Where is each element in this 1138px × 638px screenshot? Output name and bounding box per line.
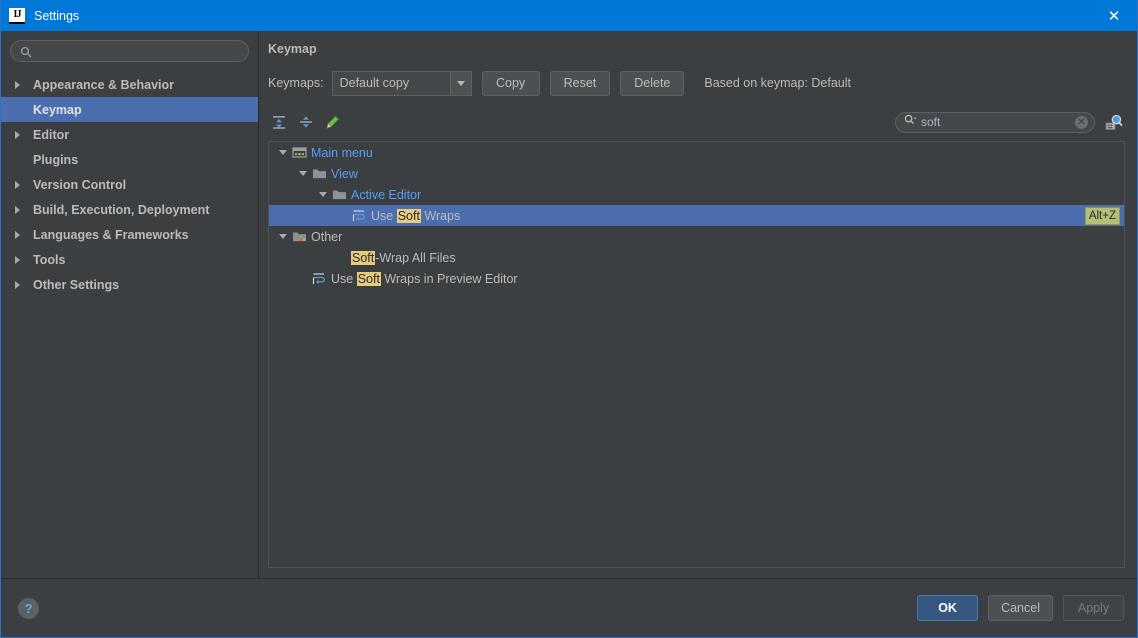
soft-wrap-icon <box>351 208 367 224</box>
sidebar-item-tools[interactable]: Tools <box>1 247 258 272</box>
search-icon <box>904 113 917 131</box>
settings-sidebar: Appearance & Behavior Keymap Editor Plugins… <box>1 31 259 578</box>
keymap-combobox[interactable]: Default copy <box>331 70 472 96</box>
tree-row[interactable]: Use Soft Wraps Alt+Z <box>269 205 1124 226</box>
sidebar-item-label: Tools <box>33 252 66 267</box>
page-title: Keymap <box>268 42 317 56</box>
tree-row-label: Active Editor <box>351 187 422 202</box>
sidebar-item-other-settings[interactable]: Other Settings <box>1 272 258 297</box>
chevron-right-icon[interactable] <box>15 205 27 214</box>
tree-row[interactable]: View <box>269 163 1124 184</box>
sidebar-item-label: Editor <box>33 127 70 142</box>
expand-all-icon[interactable] <box>268 111 290 133</box>
sidebar-item-label: Languages & Frameworks <box>33 227 189 242</box>
chevron-right-icon[interactable] <box>15 80 27 89</box>
folder-icon <box>311 166 327 182</box>
chevron-right-icon[interactable] <box>15 280 27 289</box>
keymaps-label: Keymaps: <box>268 76 324 90</box>
chevron-down-icon[interactable] <box>275 150 291 155</box>
intellij-idea-icon: IJ <box>9 7 25 24</box>
collapse-all-icon[interactable] <box>295 111 317 133</box>
sidebar-item-languages-frameworks[interactable]: Languages & Frameworks <box>1 222 258 247</box>
settings-search-box[interactable] <box>10 40 249 62</box>
copy-button[interactable]: Copy <box>481 70 540 96</box>
search-icon <box>20 45 32 58</box>
shortcut-search-value: soft <box>921 115 941 129</box>
chevron-down-icon[interactable] <box>449 71 471 95</box>
search-input[interactable] <box>37 43 239 59</box>
dialog-body: Appearance & Behavior Keymap Editor Plugins… <box>1 31 1137 578</box>
help-button[interactable]: ? <box>18 597 39 619</box>
sidebar-item-keymap[interactable]: Keymap <box>1 97 258 122</box>
sidebar-item-label: Version Control <box>33 177 127 192</box>
tree-row-label: Other <box>311 229 343 244</box>
close-icon[interactable]: ✕ <box>1091 0 1137 31</box>
sidebar-item-label: Plugins <box>33 152 79 167</box>
settings-dialog: IJ Settings ✕ Appearance & Behavior Keyma… <box>0 0 1138 638</box>
chevron-down-icon[interactable] <box>295 171 311 176</box>
sidebar-item-version-control[interactable]: Version Control <box>1 172 258 197</box>
find-by-shortcut-icon[interactable] <box>1103 111 1125 133</box>
tree-icon-placeholder <box>331 250 347 266</box>
chevron-down-icon[interactable] <box>315 192 331 197</box>
tree-row[interactable]: Soft-Wrap All Files <box>269 247 1124 268</box>
based-on-keymap-label: Based on keymap: Default <box>704 76 852 90</box>
sidebar-item-editor[interactable]: Editor <box>1 122 258 147</box>
tree-row[interactable]: Main menu <box>269 142 1124 163</box>
keymap-panel: Keymap Keymaps: Default copy Copy Reset … <box>259 31 1137 578</box>
tree-row[interactable]: Use Soft Wraps in Preview Editor <box>269 268 1124 289</box>
sidebar-item-label: Other Settings <box>33 277 120 292</box>
sidebar-item-label: Build, Execution, Deployment <box>33 202 210 217</box>
tree-row-label: Use Soft Wraps <box>371 208 461 223</box>
tree-row-label: Soft-Wrap All Files <box>351 250 456 265</box>
keymap-selector-row: Keymaps: Default copy Copy Reset Delete … <box>268 70 1125 96</box>
dialog-footer: ? OK Cancel Apply <box>1 578 1137 637</box>
keymap-toolbar: soft ✕ <box>268 108 1125 136</box>
title-bar: IJ Settings ✕ <box>1 0 1137 31</box>
sidebar-item-label: Appearance & Behavior <box>33 77 175 92</box>
soft-wrap-icon <box>311 271 327 287</box>
ok-button[interactable]: OK <box>917 595 979 621</box>
tree-row[interactable]: Active Editor <box>269 184 1124 205</box>
sidebar-item-build-execution-deployment[interactable]: Build, Execution, Deployment <box>1 197 258 222</box>
folder-icon <box>331 187 347 203</box>
cancel-button[interactable]: Cancel <box>988 595 1053 621</box>
sidebar-item-appearance-behavior[interactable]: Appearance & Behavior <box>1 72 258 97</box>
tree-row[interactable]: Other <box>269 226 1124 247</box>
sidebar-item-label: Keymap <box>33 102 82 117</box>
keymap-tree[interactable]: Main menu View Active Editor Use Soft Wraps… <box>268 141 1125 568</box>
chevron-right-icon[interactable] <box>15 255 27 264</box>
shortcut-search-box[interactable]: soft ✕ <box>895 111 1095 133</box>
edit-pencil-icon[interactable] <box>322 111 344 133</box>
main-menu-icon <box>291 145 307 161</box>
keymap-combobox-value: Default copy <box>339 76 410 90</box>
sidebar-item-plugins[interactable]: Plugins <box>1 147 258 172</box>
chevron-right-icon[interactable] <box>15 130 27 139</box>
tree-row-label: View <box>331 166 358 181</box>
delete-button[interactable]: Delete <box>620 70 685 96</box>
chevron-right-icon[interactable] <box>15 180 27 189</box>
window-title: Settings <box>34 8 80 23</box>
other-group-icon <box>291 229 307 245</box>
reset-button[interactable]: Reset <box>549 70 611 96</box>
tree-row-label: Use Soft Wraps in Preview Editor <box>331 271 518 286</box>
shortcut-badge: Alt+Z <box>1084 206 1120 225</box>
chevron-down-icon[interactable] <box>275 234 291 239</box>
sidebar-items-list: Appearance & Behavior Keymap Editor Plugins… <box>1 72 258 578</box>
tree-row-label: Main menu <box>311 145 373 160</box>
clear-circle-icon[interactable]: ✕ <box>1075 115 1088 129</box>
apply-button: Apply <box>1063 595 1124 621</box>
chevron-right-icon[interactable] <box>15 230 27 239</box>
